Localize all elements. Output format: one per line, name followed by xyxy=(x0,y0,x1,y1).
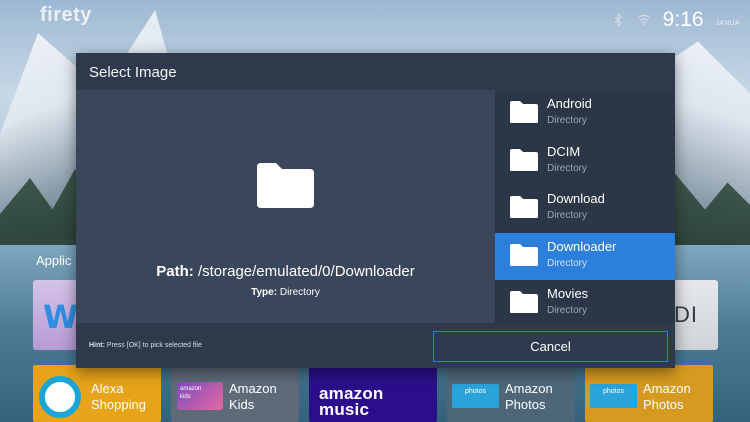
app-tile-left-letter: W xyxy=(43,298,79,336)
file-type: Directory xyxy=(547,162,588,174)
app-tile-right[interactable]: DI xyxy=(670,280,718,350)
brand-logo: firety xyxy=(40,4,92,26)
file-name: Downloader xyxy=(547,238,617,254)
path-label: Path: xyxy=(156,263,194,280)
folder-icon xyxy=(510,101,538,123)
amazon-kids-icon: amazon kids xyxy=(177,382,223,410)
folder-icon xyxy=(510,291,538,314)
app-tile-label: amazon music xyxy=(319,384,384,419)
type-label: Type: xyxy=(251,287,278,298)
file-item-android[interactable]: Android Directory xyxy=(495,90,675,138)
app-tile-label: Amazon Kids xyxy=(229,381,277,412)
folder-icon xyxy=(257,163,314,208)
app-tile-amazon-photos[interactable]: photos Amazon Photos xyxy=(447,365,575,422)
alexa-ring-icon xyxy=(39,376,81,418)
app-tile-alexa-shopping[interactable]: Alexa Shopping xyxy=(33,365,161,422)
cancel-button[interactable]: Cancel xyxy=(433,331,668,362)
file-item-downloader[interactable]: Downloader Directory xyxy=(495,232,675,281)
app-tile-label: Alexa Shopping xyxy=(91,381,146,412)
file-name: DCIM xyxy=(547,143,581,159)
file-item-dcim[interactable]: DCIM Directory xyxy=(495,138,675,186)
type-value: Directory xyxy=(279,287,320,298)
file-name: Movies xyxy=(547,286,589,302)
select-image-dialog: Select Image Path: /storage/emulated/0/D… xyxy=(76,53,675,368)
clock: 9:16 xyxy=(662,8,704,31)
file-name: Download xyxy=(547,191,605,207)
folder-icon xyxy=(510,148,538,171)
file-type: Directory xyxy=(547,115,588,126)
type-line: Type: Directory xyxy=(76,287,495,298)
app-tile-amazon-kids[interactable]: amazon kids Amazon Kids xyxy=(171,365,299,422)
app-tile-amazon-music[interactable]: amazon music xyxy=(309,365,437,422)
top-bar: firety 9:16 JANUA xyxy=(0,0,750,40)
preview-pane: Path: /storage/emulated/0/Downloader Typ… xyxy=(76,90,495,323)
folder-icon xyxy=(510,196,538,219)
file-list[interactable]: Android Directory DCIM Directory Downloa… xyxy=(495,90,675,323)
path-value: /storage/emulated/0/Downloader xyxy=(197,263,415,280)
hint-label: Hint: xyxy=(89,342,105,349)
file-type: Directory xyxy=(547,210,588,222)
file-name: Android xyxy=(547,96,592,111)
dialog-title: Select Image xyxy=(89,64,177,81)
apps-row-title: Applic xyxy=(36,253,72,268)
app-tile-label: Amazon Photos xyxy=(643,381,691,412)
hint-message: Press [OK] to pick selected file xyxy=(106,342,202,349)
file-item-movies[interactable]: Movies Directory xyxy=(495,280,675,323)
app-tile-right-text: DI xyxy=(674,302,698,327)
file-type: Directory xyxy=(547,257,588,269)
app-tile-label: Amazon Photos xyxy=(505,381,553,412)
file-item-download[interactable]: Download Directory xyxy=(495,185,675,233)
folder-icon xyxy=(510,243,538,266)
status-area: 9:16 JANUA xyxy=(611,8,740,32)
path-line: Path: /storage/emulated/0/Downloader xyxy=(76,263,495,280)
wifi-icon xyxy=(637,14,651,26)
file-type: Directory xyxy=(547,305,588,317)
amazon-photos-icon: photos xyxy=(452,384,499,408)
bottom-app-row: Alexa Shopping amazon kids Amazon Kids a… xyxy=(33,365,718,422)
bluetooth-icon xyxy=(614,13,622,27)
amazon-photos-icon: photos xyxy=(590,384,637,408)
app-tile-amazon-photos-2[interactable]: photos Amazon Photos xyxy=(585,365,713,422)
date: JANUA xyxy=(715,19,740,27)
hint-text: Hint: Press [OK] to pick selected file xyxy=(89,342,202,349)
